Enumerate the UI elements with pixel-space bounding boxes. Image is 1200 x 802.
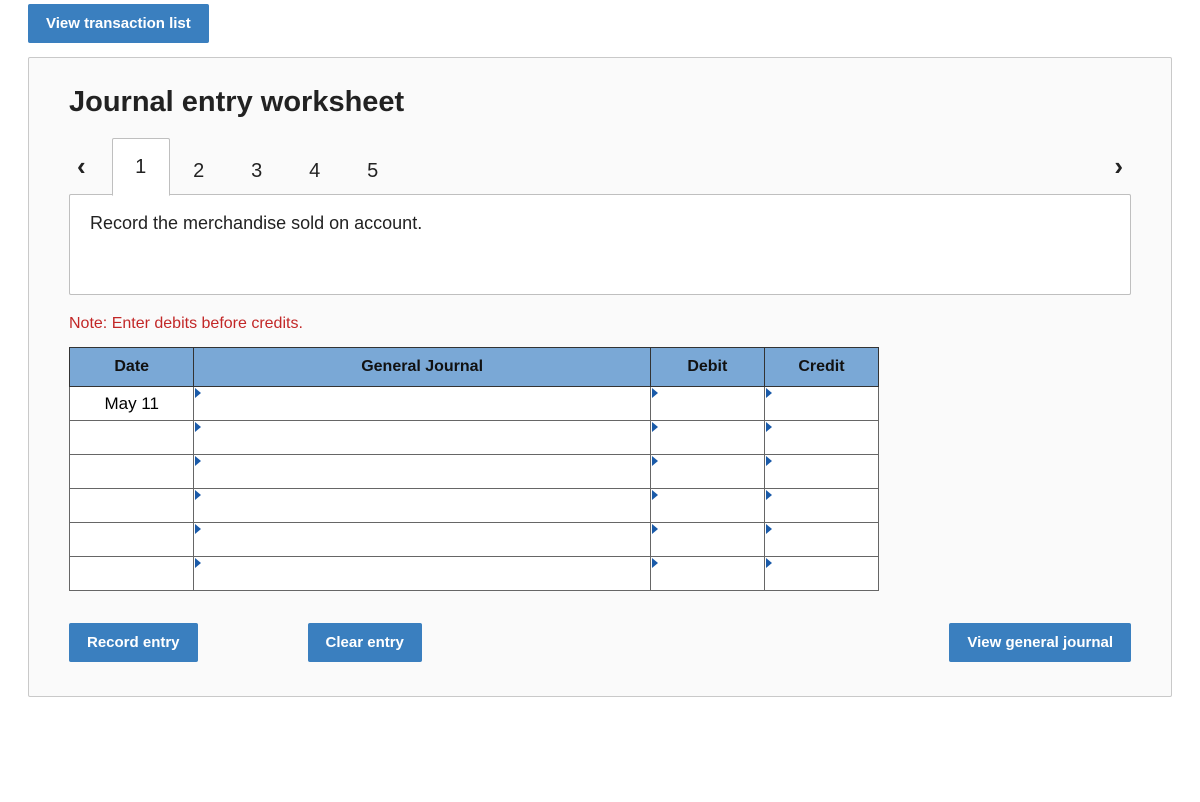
cell-credit[interactable] [764,523,878,557]
table-row [70,421,879,455]
cell-general-journal[interactable] [194,523,650,557]
view-general-journal-button[interactable]: View general journal [949,623,1131,662]
cell-date[interactable]: May 11 [70,387,194,421]
tab-3[interactable]: 3 [228,147,286,195]
cell-credit[interactable] [764,557,878,591]
tab-1[interactable]: 1 [112,138,170,196]
cell-debit[interactable] [650,455,764,489]
cell-date[interactable] [70,421,194,455]
tab-2[interactable]: 2 [170,147,228,195]
table-row [70,523,879,557]
tab-4[interactable]: 4 [286,147,344,195]
view-transaction-list-button[interactable]: View transaction list [28,4,209,43]
cell-date[interactable] [70,523,194,557]
cell-general-journal[interactable] [194,489,650,523]
table-row: May 11 [70,387,879,421]
note-text: Note: Enter debits before credits. [69,315,1131,333]
header-credit: Credit [764,348,878,387]
cell-general-journal[interactable] [194,455,650,489]
header-general-journal: General Journal [194,348,650,387]
journal-entry-table: Date General Journal Debit Credit May 11 [69,347,879,591]
cell-debit[interactable] [650,421,764,455]
header-debit: Debit [650,348,764,387]
cell-general-journal[interactable] [194,421,650,455]
cell-debit[interactable] [650,557,764,591]
record-entry-button[interactable]: Record entry [69,623,198,662]
cell-general-journal[interactable] [194,557,650,591]
cell-debit[interactable] [650,523,764,557]
cell-credit[interactable] [764,421,878,455]
cell-date[interactable] [70,455,194,489]
cell-date[interactable] [70,557,194,591]
cell-credit[interactable] [764,455,878,489]
table-row [70,455,879,489]
header-date: Date [70,348,194,387]
cell-date[interactable] [70,489,194,523]
cell-general-journal[interactable] [194,387,650,421]
worksheet-panel: Journal entry worksheet ‹ 12345 › Record… [28,57,1172,697]
tab-5[interactable]: 5 [344,147,402,195]
instruction-box: Record the merchandise sold on account. [69,194,1131,295]
tab-list: 12345 [112,137,402,195]
cell-credit[interactable] [764,489,878,523]
chevron-left-icon[interactable]: ‹ [69,151,94,182]
table-row [70,489,879,523]
table-row [70,557,879,591]
cell-credit[interactable] [764,387,878,421]
cell-debit[interactable] [650,387,764,421]
chevron-right-icon[interactable]: › [1106,151,1131,182]
instruction-text: Record the merchandise sold on account. [90,213,422,233]
page-title: Journal entry worksheet [69,86,1131,119]
clear-entry-button[interactable]: Clear entry [308,623,422,662]
cell-debit[interactable] [650,489,764,523]
